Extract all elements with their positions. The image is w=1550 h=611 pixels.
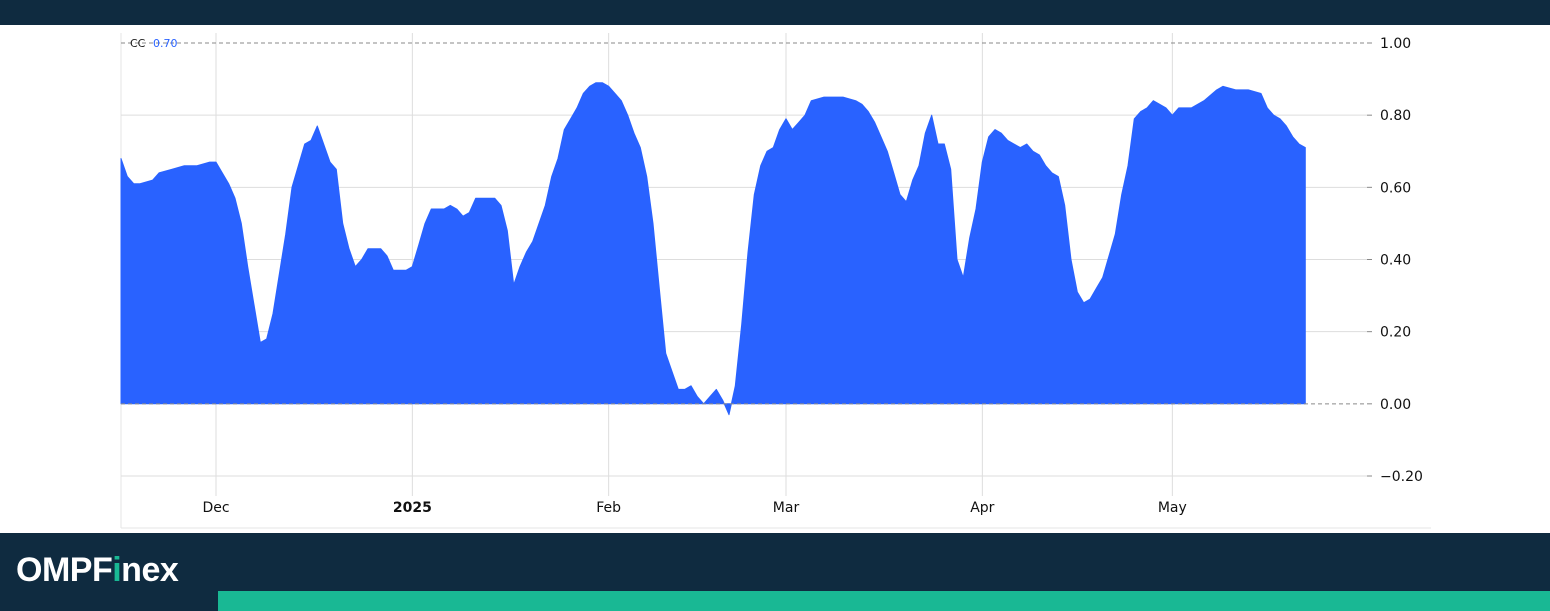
- x-tick-label: Feb: [596, 500, 621, 516]
- correlation-chart: 1.00 0.80 0.60 0.40 0.20 0.00 −0.20 Dec 2025 Feb…: [120, 33, 1431, 529]
- y-tick-label: 0.60: [1380, 180, 1411, 196]
- top-bar: [0, 0, 1550, 25]
- x-tick-label: 2025: [393, 500, 432, 516]
- y-tick-label: −0.20: [1380, 469, 1423, 485]
- cc-area-series: [120, 82, 1306, 416]
- chart-area: 1.00 0.80 0.60 0.40 0.20 0.00 −0.20 Dec 2025 Feb…: [0, 25, 1550, 533]
- footer-bar: OMPFinex: [0, 533, 1550, 611]
- logo-text-suffix: nex: [121, 551, 179, 589]
- y-tick-label: 1.00: [1380, 36, 1411, 52]
- y-tick-label: 0.40: [1380, 253, 1411, 269]
- ompfinex-logo: OMPFinex: [16, 551, 179, 589]
- series-last-value-label: 0.70: [153, 37, 178, 50]
- x-tick-label: Mar: [773, 500, 800, 516]
- x-tick-label: Dec: [202, 500, 229, 516]
- logo-text-prefix: OMPF: [16, 551, 113, 589]
- x-axis: Dec 2025 Feb Mar Apr May: [202, 500, 1186, 516]
- y-axis: 1.00 0.80 0.60 0.40 0.20 0.00 −0.20: [1367, 36, 1423, 485]
- y-tick-label: 0.20: [1380, 325, 1411, 341]
- series-name-label: CC: [130, 37, 146, 50]
- logo-text-accent: i: [112, 551, 122, 589]
- chart-area-series: [120, 82, 1306, 416]
- series-legend: CC 0.70: [130, 37, 178, 50]
- footer-accent-stripe: [218, 591, 1550, 611]
- y-tick-label: 0.80: [1380, 108, 1411, 124]
- y-tick-label: 0.00: [1380, 397, 1411, 413]
- x-tick-label: Apr: [970, 500, 994, 516]
- x-tick-label: May: [1158, 500, 1187, 516]
